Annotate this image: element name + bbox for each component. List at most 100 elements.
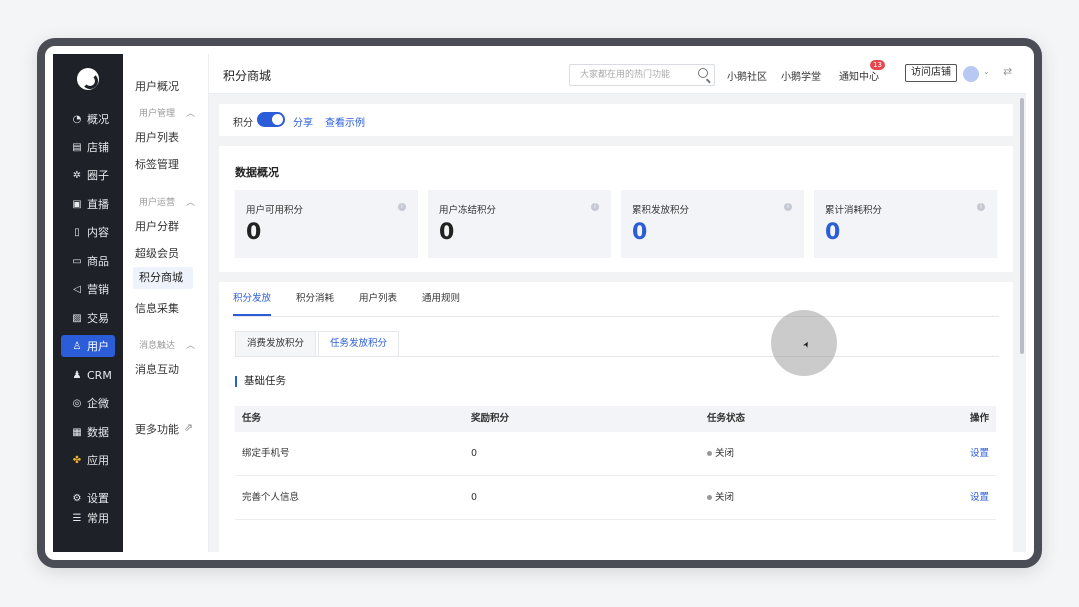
- nav-item-user[interactable]: ♙ 用户: [61, 335, 115, 357]
- subtab-task-issue[interactable]: 任务发放积分: [318, 331, 400, 357]
- stat-available: 用户可用积分 i 0: [235, 190, 418, 258]
- nav-item-crm[interactable]: ♟ CRM: [61, 364, 115, 386]
- subtabs-divider: [235, 356, 999, 357]
- info-icon[interactable]: i: [784, 203, 792, 211]
- stat-label: 累计消耗积分: [825, 205, 883, 216]
- sub-item-more[interactable]: 更多功能 ⇗: [135, 421, 193, 437]
- apps-icon: ✤: [72, 454, 82, 466]
- top-bar: 积分商城 大家都在用的热门功能 小鹅社区 小鹅学堂 通知中心 13 访问店铺 ⌄ …: [209, 54, 1026, 94]
- sub-tabs: 消费发放积分 任务发放积分: [235, 331, 401, 357]
- nav-item-circle[interactable]: ✲ 圈子: [61, 164, 115, 186]
- example-link[interactable]: 查看示例: [325, 114, 365, 129]
- sub-item-msg-interact[interactable]: 消息互动: [135, 361, 179, 377]
- stats-card: 数据概况 用户可用积分 i 0 用户冻结积分 i 0 累积发放积分 i 0 累计…: [219, 146, 1013, 272]
- trade-icon: ▨: [72, 312, 82, 324]
- info-icon[interactable]: i: [591, 203, 599, 211]
- cell-points: 0: [471, 448, 478, 459]
- points-switch[interactable]: [257, 112, 285, 127]
- swap-icon[interactable]: ⇄: [1003, 65, 1012, 78]
- stat-label: 用户可用积分: [246, 205, 304, 216]
- main-tabs: 积分发放 积分消耗 用户列表 通用规则: [233, 282, 485, 316]
- points-issue-card: 积分发放 积分消耗 用户列表 通用规则 消费发放积分 任务发放积分 基础任务 任…: [219, 282, 1013, 552]
- stat-issued: 累积发放积分 i 0: [621, 190, 804, 258]
- cell-task: 绑定手机号: [242, 448, 290, 459]
- stat-value: 0: [246, 220, 262, 245]
- stat-consumed: 累计消耗积分 i 0: [814, 190, 997, 258]
- sub-item-overview[interactable]: 用户概况: [135, 78, 179, 94]
- notify-link[interactable]: 通知中心 13: [839, 60, 885, 83]
- sub-item-super-member[interactable]: 超级会员: [135, 245, 179, 261]
- sub-group-ops[interactable]: 用户运营 ︿: [139, 195, 195, 208]
- main-nav: ◔ 概况 ▤ 店铺 ✲ 圈子 ▣ 直播 ▯ 内容 ▭ 商品 ◁ 营销 ▨ 交易 ♙ 用户 ♟ CRM…: [53, 54, 123, 552]
- chevron-up-icon: ︿: [185, 198, 195, 208]
- cell-action: 设置: [943, 432, 996, 475]
- search-input[interactable]: 大家都在用的热门功能: [569, 64, 715, 86]
- info-icon[interactable]: i: [977, 203, 985, 211]
- sub-item-user-list[interactable]: 用户列表: [135, 129, 179, 145]
- sub-item-segment[interactable]: 用户分群: [135, 218, 179, 234]
- status-dot: [707, 495, 712, 500]
- points-toggle-bar: 积分 分享 查看示例: [219, 104, 1013, 136]
- nav-item-wecom[interactable]: ◎ 企微: [61, 392, 115, 414]
- tab-user-list[interactable]: 用户列表: [359, 282, 397, 316]
- cell-status: 关闭: [707, 476, 943, 519]
- sub-item-info-collect[interactable]: 信息采集: [135, 300, 179, 316]
- share-link[interactable]: 分享: [293, 114, 313, 129]
- stat-label: 累积发放积分: [632, 205, 690, 216]
- goods-icon: ▭: [72, 255, 82, 267]
- tab-general-rules[interactable]: 通用规则: [422, 282, 460, 316]
- nav-item-goods[interactable]: ▭ 商品: [61, 250, 115, 272]
- nav-item-store[interactable]: ▤ 店铺: [61, 136, 115, 158]
- points-label: 积分: [233, 118, 253, 129]
- nav-item-data[interactable]: ▦ 数据: [61, 421, 115, 443]
- nav-item-trade[interactable]: ▨ 交易: [61, 307, 115, 329]
- cell-points: 0: [471, 492, 478, 503]
- nav-item-common[interactable]: ☰ 常用: [61, 507, 115, 529]
- menu-icon: ☰: [72, 512, 82, 524]
- tabs-divider: [233, 316, 999, 317]
- sub-item-tag-manage[interactable]: 标签管理: [135, 156, 179, 172]
- data-icon: ▦: [72, 426, 82, 438]
- avatar[interactable]: [963, 66, 979, 82]
- device-frame: ◔ 概况 ▤ 店铺 ✲ 圈子 ▣ 直播 ▯ 内容 ▭ 商品 ◁ 营销 ▨ 交易 ♙ 用户 ♟ CRM…: [37, 38, 1042, 568]
- nav-item-marketing[interactable]: ◁ 营销: [61, 278, 115, 300]
- col-task: 任务: [242, 413, 262, 424]
- content-icon: ▯: [74, 226, 80, 238]
- store-icon: ▤: [72, 141, 82, 153]
- nav-item-content[interactable]: ▯ 内容: [61, 221, 115, 243]
- academy-link[interactable]: 小鹅学堂: [781, 68, 821, 83]
- settings-link[interactable]: 设置: [970, 448, 989, 459]
- subtab-consume-issue[interactable]: 消费发放积分: [235, 331, 317, 357]
- chevron-down-icon[interactable]: ⌄: [983, 67, 990, 76]
- nav-item-settings[interactable]: ⚙ 设置: [61, 487, 115, 509]
- tab-points-consume[interactable]: 积分消耗: [296, 282, 334, 316]
- page-title: 积分商城: [223, 69, 272, 83]
- tab-points-issue[interactable]: 积分发放: [233, 282, 272, 316]
- stats-title: 数据概况: [235, 166, 279, 179]
- table-header: 任务 奖励积分 任务状态 操作: [235, 406, 996, 432]
- nav-item-apps[interactable]: ✤ 应用: [61, 449, 115, 471]
- community-link[interactable]: 小鹅社区: [727, 68, 767, 83]
- app-logo-icon[interactable]: [77, 68, 99, 90]
- chevron-up-icon: ︿: [185, 109, 195, 119]
- nav-item-overview[interactable]: ◔ 概况: [61, 108, 115, 130]
- search-icon[interactable]: [698, 68, 708, 78]
- cell-status: 关闭: [707, 432, 943, 475]
- sub-nav: 用户概况 用户管理 ︿ 用户列表 标签管理 用户运营 ︿ 用户分群 超级会员 积分商…: [123, 54, 209, 552]
- col-status: 任务状态: [707, 413, 746, 424]
- section-title: 基础任务: [235, 376, 286, 387]
- stat-value: 0: [439, 220, 455, 245]
- scrollbar[interactable]: [1020, 98, 1024, 354]
- user-icon: ♙: [72, 340, 82, 352]
- sub-group-msg[interactable]: 消息触达 ︿: [139, 338, 195, 351]
- cursor-icon: [771, 310, 837, 376]
- nav-item-live[interactable]: ▣ 直播: [61, 193, 115, 215]
- sub-group-manage[interactable]: 用户管理 ︿: [139, 106, 195, 119]
- table-row: 完善个人信息 0 关闭 设置: [235, 476, 996, 520]
- sub-item-points-mall[interactable]: 积分商城: [133, 267, 193, 289]
- settings-link[interactable]: 设置: [970, 492, 989, 503]
- col-points: 奖励积分: [471, 413, 510, 424]
- info-icon[interactable]: i: [398, 203, 406, 211]
- visit-store-button[interactable]: 访问店铺: [905, 64, 957, 82]
- gear-icon: ⚙: [72, 492, 82, 504]
